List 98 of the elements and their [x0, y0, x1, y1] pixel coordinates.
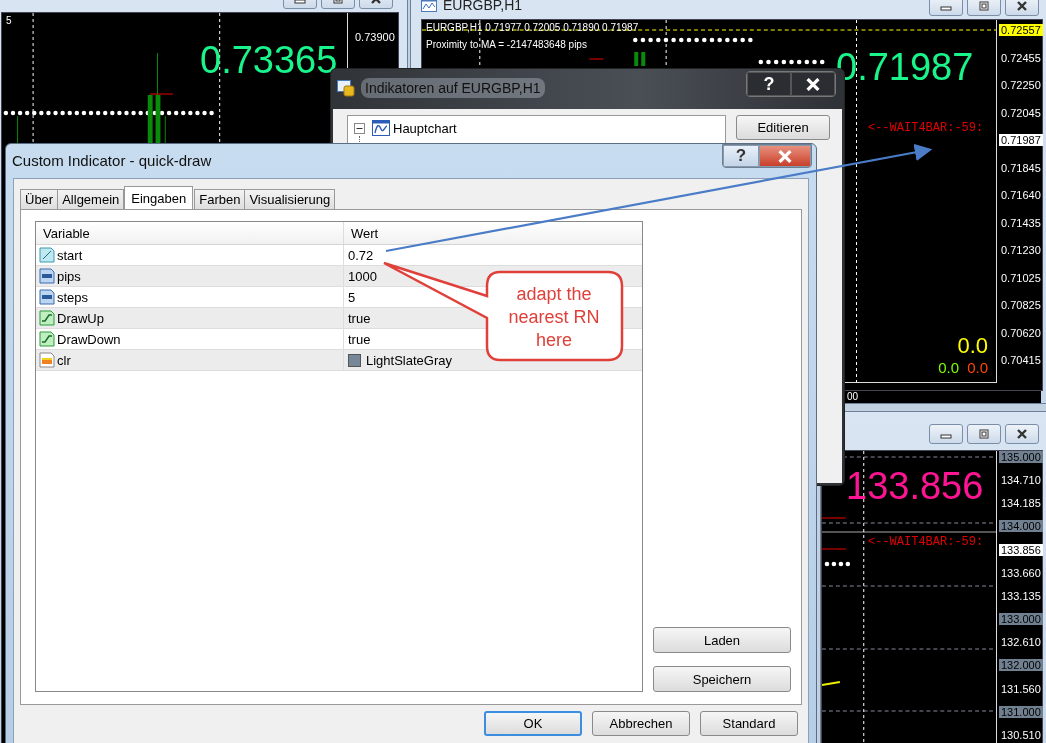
price-label: 0.71845 [1000, 161, 1042, 174]
total-value: 0.0 [967, 359, 988, 376]
price-label: 0.72557 [999, 24, 1043, 36]
callout-text: adapt the nearest RN here [507, 283, 601, 352]
close-button[interactable] [1005, 424, 1039, 444]
close-button[interactable] [791, 72, 835, 96]
price-label: 0.72045 [1000, 106, 1042, 119]
price-label: 0.70620 [1000, 326, 1042, 339]
chart-info: EURGBP,H1 0.71977 0.72005 0.71890 0.71987 [426, 22, 639, 33]
tab[interactable]: Eingaben [124, 186, 194, 209]
dot-row [824, 561, 851, 567]
price-label: 0.72250 [1000, 79, 1042, 91]
load-button[interactable]: Laden [653, 627, 791, 653]
total-value: 0.0 [938, 359, 960, 376]
price-label: 0.71435 [1000, 216, 1042, 229]
indicator-icon [337, 79, 355, 97]
close-icon [805, 77, 821, 91]
number-icon [39, 289, 55, 305]
maximize-icon [978, 1, 990, 11]
price-label: 0.71640 [1000, 189, 1042, 201]
variable-value[interactable]: 5 [348, 289, 356, 305]
save-button[interactable]: Speichern [653, 666, 791, 692]
price-label: 0.72455 [1000, 51, 1042, 64]
price-label: 133.856 [999, 543, 1043, 556]
dialog-button[interactable]: OK [484, 711, 582, 736]
price-display: 133.856 [846, 465, 984, 508]
help-button[interactable]: ? [723, 145, 759, 167]
wait-label: <--WAIT4BAR:-59: [868, 535, 984, 549]
help-button[interactable]: ? [747, 72, 791, 96]
dialog-title: Custom Indicator - quick-draw [12, 152, 212, 169]
dialog-button[interactable]: Abbrechen [592, 711, 690, 736]
indicator-line [822, 681, 841, 686]
column-header: Variable [36, 222, 344, 244]
toggle-icon [39, 310, 55, 326]
price-label: 133.135 [1000, 589, 1042, 602]
price-label: 135.000 [999, 451, 1043, 463]
window-title: EURGBP,H1 [443, 0, 523, 13]
variable-value[interactable]: 0.72 [348, 247, 374, 263]
toggle-icon [39, 331, 55, 347]
minimize-button[interactable] [929, 424, 963, 444]
price-label: 0.71025 [1000, 271, 1042, 284]
maximize-icon [978, 429, 990, 439]
variable-name: pips [57, 268, 81, 284]
variable-name: start [57, 247, 83, 263]
candlesticks [588, 52, 646, 66]
price-label: 132.000 [999, 659, 1043, 672]
wait-label: <--WAIT4BAR:-59: [868, 121, 984, 135]
price-display: 0.71987 [836, 46, 974, 89]
tree-item[interactable]: Hauptchart [393, 120, 457, 136]
fraction-icon [39, 247, 55, 263]
price-label: 130.510 [1000, 728, 1042, 741]
minimize-button[interactable] [929, 0, 963, 16]
column-header: Wert [350, 224, 380, 243]
chart-icon [372, 120, 390, 136]
variable-name: DrawDown [57, 331, 121, 347]
tab[interactable]: Visualisierung [244, 189, 336, 209]
number-icon [39, 268, 55, 284]
tab[interactable]: Über [20, 189, 59, 209]
level-mark [149, 93, 174, 95]
price-label: 131.560 [1000, 682, 1042, 695]
variable-value[interactable]: 1000 [348, 268, 377, 284]
price-label: 133.660 [1000, 566, 1042, 579]
dot-row [758, 59, 825, 65]
collapse-icon[interactable] [354, 122, 365, 134]
price-label: 133.000 [999, 613, 1043, 626]
price-label: 0.70415 [1000, 354, 1042, 366]
price-label: 131.000 [999, 705, 1043, 718]
price-label: 0.73900 [354, 31, 396, 43]
price-label: 132.610 [1000, 636, 1042, 649]
variable-name: steps [57, 289, 89, 305]
variable-value[interactable]: true [348, 310, 371, 326]
variable-value[interactable]: true [348, 331, 371, 347]
edit-button[interactable]: Editieren [736, 115, 830, 140]
price-label: 134.710 [1000, 474, 1042, 487]
variable-name: DrawUp [57, 310, 104, 326]
price-display: 0.73365 [200, 39, 338, 82]
close-icon [1016, 1, 1028, 11]
dialog-title: Indikatoren auf EURGBP,H1 [361, 78, 545, 98]
tab[interactable]: Farben [194, 189, 246, 209]
close-button[interactable] [1005, 0, 1039, 16]
price-label: 134.000 [999, 520, 1043, 533]
indicator-label: Proximity to MA = -2147483648 pips [426, 39, 587, 50]
time-label: 00 [847, 391, 859, 402]
tab[interactable]: Allgemein [57, 189, 125, 209]
total-value: 0.0 [957, 333, 988, 359]
close-icon [1016, 429, 1028, 439]
close-icon [777, 149, 793, 163]
chart-icon [421, 0, 437, 12]
dialog-button[interactable]: Standard [700, 711, 798, 736]
price-label: 0.71230 [1000, 244, 1042, 256]
level-marks [822, 517, 847, 550]
palette-icon [39, 352, 55, 368]
price-label: 0.71987 [999, 134, 1043, 146]
variable-name: clr [57, 352, 71, 368]
price-label: 0.70825 [1000, 299, 1042, 311]
variable-value[interactable]: LightSlateGray [366, 352, 452, 368]
price-label: 134.185 [1000, 497, 1042, 510]
chart-info: 5 [6, 15, 12, 26]
